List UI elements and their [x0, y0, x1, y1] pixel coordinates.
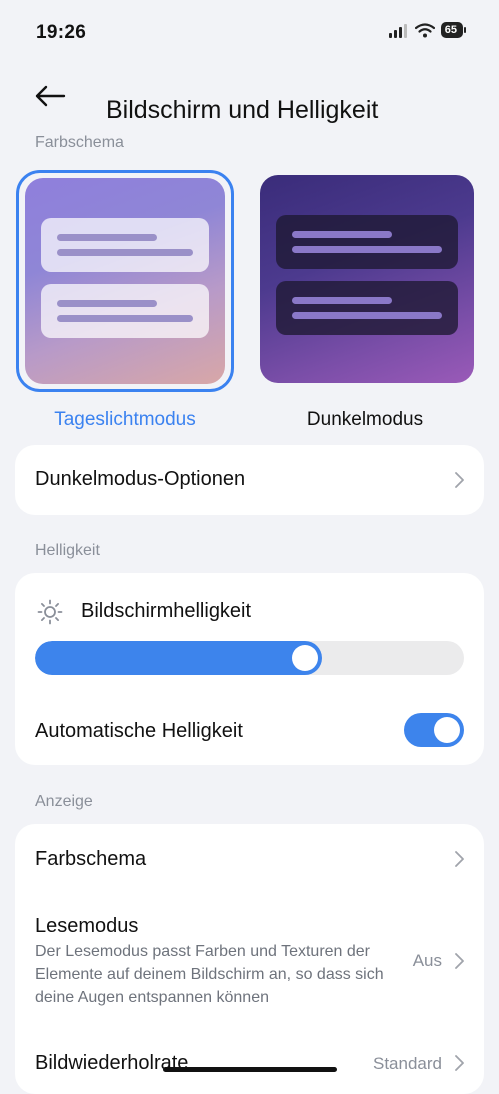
dark-mode-options-card: Dunkelmodus-Optionen	[15, 445, 484, 515]
lesemodus-description: Der Lesemodus passt Farben und Texturen …	[35, 943, 384, 1006]
display-card: Farbschema Lesemodus Der Lesemodus passt…	[15, 824, 484, 1094]
brightness-card: Bildschirmhelligkeit Automatische Hellig…	[15, 573, 484, 765]
bildwiederholrate-value: Standard	[373, 1054, 442, 1073]
lesemodus-value: Aus	[412, 951, 442, 970]
back-arrow-icon	[35, 85, 66, 107]
status-bar: 19:26 65	[0, 0, 499, 64]
dark-mode-options-label: Dunkelmodus-Optionen	[35, 468, 246, 490]
light-theme-preview	[25, 178, 225, 384]
page-title: Bildschirm und Helligkeit	[106, 95, 379, 124]
chevron-right-icon	[455, 472, 464, 488]
brightness-slider[interactable]	[35, 641, 464, 675]
brightness-slider-fill	[35, 641, 322, 675]
preview-line	[292, 231, 392, 238]
preview-line	[57, 234, 157, 241]
section-label-anzeige: Anzeige	[35, 793, 93, 810]
brightness-slider-thumb[interactable]	[292, 645, 318, 671]
theme-option-light[interactable]: Tageslichtmodus	[16, 170, 234, 430]
lesemodus-label: Lesemodus	[35, 915, 139, 937]
signal-icon	[388, 23, 407, 38]
preview-line	[57, 315, 193, 322]
chevron-right-icon	[455, 953, 464, 969]
preview-line	[57, 249, 193, 256]
sun-icon	[37, 599, 63, 625]
preview-line	[292, 312, 442, 319]
lesemodus-row[interactable]: Lesemodus Der Lesemodus passt Farben und…	[15, 894, 484, 1014]
theme-label-dark: Dunkelmodus	[306, 409, 424, 430]
chevron-right-icon	[455, 1055, 464, 1071]
bildwiederholrate-row[interactable]: Bildwiederholrate Standard	[15, 1039, 484, 1089]
auto-brightness-label: Automatische Helligkeit	[35, 720, 243, 742]
farbschema-row[interactable]: Farbschema	[15, 824, 484, 894]
preview-line	[57, 300, 157, 307]
section-label-helligkeit: Helligkeit	[35, 542, 100, 559]
chevron-right-icon	[455, 851, 464, 867]
dark-theme-preview	[260, 175, 474, 383]
battery-icon: 65	[440, 22, 467, 38]
farbschema-label: Farbschema	[35, 848, 147, 870]
toggle-knob	[434, 717, 460, 743]
dark-mode-options-row[interactable]: Dunkelmodus-Optionen	[15, 445, 484, 515]
preview-card	[41, 218, 209, 272]
preview-card	[276, 215, 458, 269]
preview-card	[41, 284, 209, 338]
preview-line	[292, 297, 392, 304]
preview-line	[292, 246, 442, 253]
header: Bildschirm und Helligkeit	[0, 64, 499, 128]
brightness-label: Bildschirmhelligkeit	[81, 600, 252, 622]
theme-option-dark[interactable]: Dunkelmodus	[256, 170, 474, 430]
status-icons: 65	[388, 22, 467, 38]
auto-brightness-toggle[interactable]	[404, 713, 464, 747]
home-indicator[interactable]	[163, 1067, 337, 1072]
theme-label-light: Tageslichtmodus	[54, 409, 196, 430]
back-button[interactable]	[30, 78, 70, 114]
section-label-farbschema: Farbschema	[35, 134, 124, 151]
preview-card	[276, 281, 458, 335]
wifi-icon	[414, 22, 435, 37]
status-time: 19:26	[36, 22, 87, 43]
